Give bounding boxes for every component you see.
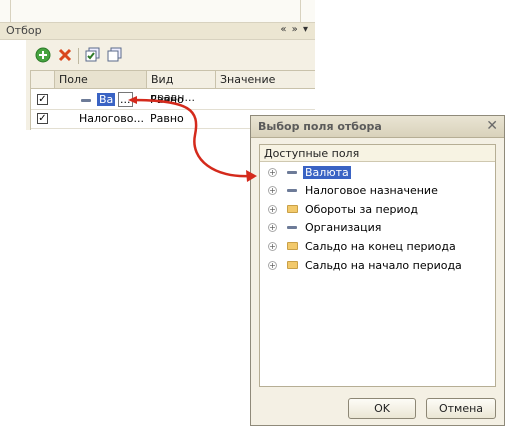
- item-label[interactable]: Организация: [305, 221, 381, 234]
- list-item[interactable]: + Организация: [260, 219, 495, 237]
- select-field-button[interactable]: ...: [118, 92, 133, 107]
- filter-header: Отбор « » ▾: [0, 23, 315, 40]
- check-all-icon: [85, 47, 100, 62]
- divider: [10, 0, 11, 22]
- dialog-title: Выбор поля отбора: [258, 120, 382, 133]
- check-all-button[interactable]: [84, 46, 102, 64]
- filter-panel: Отбор « » ▾ Поле Вид сравн... Значение ✓…: [0, 0, 315, 130]
- toolbar-separator: [78, 48, 79, 64]
- item-label[interactable]: Валюта: [303, 166, 351, 179]
- table-row[interactable]: ✓ Ва ... Равно: [31, 91, 315, 110]
- expand-icon[interactable]: +: [268, 186, 277, 195]
- list-header: Доступные поля: [260, 145, 495, 162]
- attribute-icon: [287, 189, 297, 192]
- filter-title: Отбор: [6, 24, 42, 37]
- item-label[interactable]: Налоговое назначение: [305, 184, 438, 197]
- cancel-button[interactable]: Отмена: [426, 398, 496, 419]
- delete-x-icon: [58, 48, 72, 62]
- field-cell[interactable]: Ва: [97, 93, 116, 106]
- uncheck-all-button[interactable]: [106, 46, 124, 64]
- folder-icon: [287, 205, 298, 213]
- add-filter-button[interactable]: [34, 46, 52, 64]
- expand-icon[interactable]: +: [268, 261, 277, 270]
- field-cell[interactable]: Налогово...: [79, 112, 144, 125]
- close-icon[interactable]: ✕: [486, 118, 498, 134]
- list-item[interactable]: + Обороты за период: [260, 201, 495, 219]
- grid-header-check: [31, 71, 55, 89]
- row-checkbox[interactable]: ✓: [37, 113, 48, 124]
- select-filter-field-dialog: Выбор поля отбора ✕ Доступные поля + Вал…: [250, 115, 505, 426]
- expand-icon[interactable]: +: [268, 223, 277, 232]
- expand-icon[interactable]: +: [268, 242, 277, 251]
- folder-icon: [287, 261, 298, 269]
- item-label[interactable]: Сальдо на конец периода: [305, 240, 456, 253]
- divider: [300, 0, 301, 22]
- available-fields-list: Доступные поля + Валюта + Налоговое назн…: [259, 144, 496, 387]
- comparison-cell[interactable]: Равно: [150, 112, 184, 125]
- expand-icon[interactable]: +: [268, 168, 277, 177]
- attribute-icon: [287, 226, 297, 229]
- attribute-icon: [287, 171, 297, 174]
- list-item[interactable]: + Сальдо на начало периода: [260, 257, 495, 275]
- list-item[interactable]: + Валюта: [260, 164, 495, 182]
- delete-filter-button[interactable]: [56, 46, 74, 64]
- list-item[interactable]: + Налоговое назначение: [260, 182, 495, 200]
- ok-button[interactable]: OK: [348, 398, 416, 419]
- attribute-icon: [81, 93, 91, 106]
- folder-icon: [287, 242, 298, 250]
- uncheck-all-icon: [107, 47, 122, 62]
- item-label[interactable]: Обороты за период: [305, 203, 418, 216]
- item-label[interactable]: Сальдо на начало периода: [305, 259, 462, 272]
- left-gap: [0, 40, 26, 130]
- grid-header-field[interactable]: Поле: [55, 71, 147, 89]
- plus-circle-icon: [35, 47, 51, 63]
- grid-header-value[interactable]: Значение: [216, 71, 315, 89]
- list-item[interactable]: + Сальдо на конец периода: [260, 238, 495, 256]
- expand-icon[interactable]: +: [268, 205, 277, 214]
- grid-header-comparison[interactable]: Вид сравн...: [147, 71, 216, 104]
- comparison-cell[interactable]: Равно: [150, 93, 184, 106]
- dialog-title-bar[interactable]: Выбор поля отбора ✕: [251, 116, 504, 138]
- top-strip: [0, 0, 315, 23]
- header-controls[interactable]: « » ▾: [280, 24, 309, 35]
- row-checkbox[interactable]: ✓: [37, 94, 48, 105]
